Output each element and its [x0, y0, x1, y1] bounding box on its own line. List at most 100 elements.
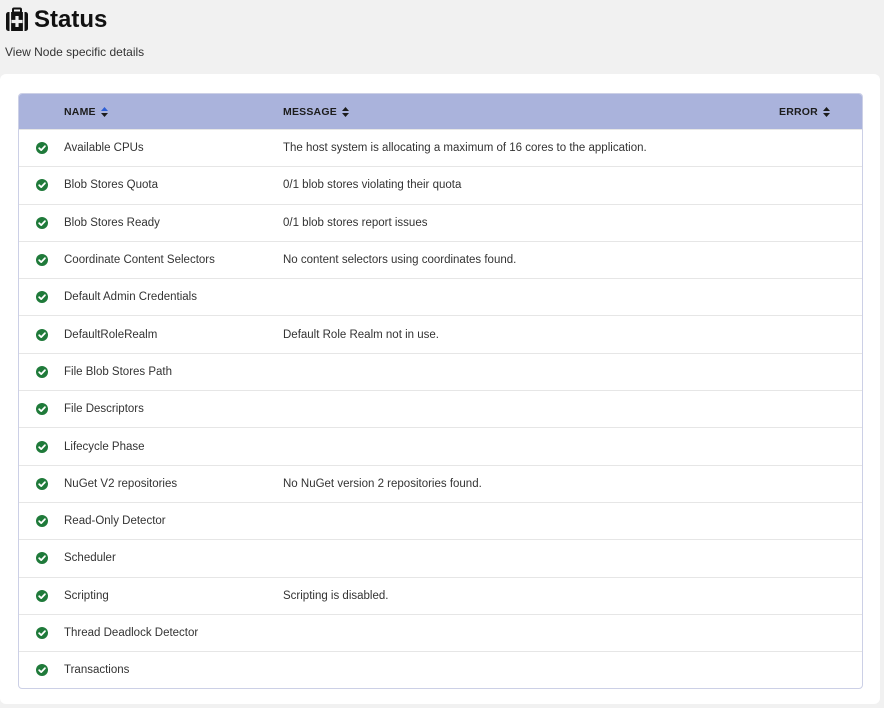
row-error: [779, 613, 862, 652]
row-error: [779, 166, 862, 205]
row-error: [779, 203, 862, 242]
name-column-header[interactable]: NAME: [64, 94, 283, 130]
row-name: Coordinate Content Selectors: [64, 240, 283, 279]
check-circle-icon: [36, 664, 48, 677]
row-name: NuGet V2 repositories: [64, 464, 283, 503]
status-cell: [19, 240, 64, 279]
status-cell: [19, 352, 64, 391]
check-circle-icon: [36, 291, 48, 304]
row-error: [779, 501, 862, 540]
row-message: Scripting is disabled.: [283, 576, 779, 615]
check-circle-icon: [36, 142, 48, 155]
row-error: [779, 352, 862, 391]
row-name: Available CPUs: [64, 128, 283, 167]
status-cell: [19, 501, 64, 540]
table-row[interactable]: Read-Only Detector: [19, 501, 862, 540]
content-panel: NAME MESSAGE ERROR Available CPUs The ho…: [0, 74, 880, 704]
row-name: Default Admin Credentials: [64, 278, 283, 316]
title-row: Status: [5, 6, 107, 34]
status-cell: [19, 651, 64, 689]
row-message: No NuGet version 2 repositories found.: [283, 464, 779, 503]
check-circle-icon: [36, 589, 48, 602]
row-name: Transactions: [64, 651, 283, 689]
table-row[interactable]: Transactions: [19, 651, 862, 689]
error-column-label: ERROR: [779, 105, 818, 118]
table-row[interactable]: File Descriptors: [19, 390, 862, 428]
row-error: [779, 539, 862, 578]
status-cell: [19, 203, 64, 242]
page-subtitle: View Node specific details: [5, 45, 145, 59]
row-message: The host system is allocating a maximum …: [283, 128, 779, 167]
status-cell: [19, 166, 64, 205]
row-message: [283, 427, 779, 466]
row-error: [779, 651, 862, 689]
message-column-header[interactable]: MESSAGE: [283, 94, 779, 130]
check-circle-icon: [36, 552, 48, 565]
row-name: Scheduler: [64, 539, 283, 578]
status-cell: [19, 128, 64, 167]
row-message: 0/1 blob stores violating their quota: [283, 166, 779, 205]
check-circle-icon: [36, 403, 48, 416]
check-circle-icon: [36, 216, 48, 229]
status-cell: [19, 539, 64, 578]
medical-kit-icon: [6, 7, 28, 31]
row-name: Lifecycle Phase: [64, 427, 283, 466]
row-error: [779, 278, 862, 316]
table-row[interactable]: Thread Deadlock Detector: [19, 613, 862, 652]
status-cell: [19, 278, 64, 316]
name-column-label: NAME: [64, 105, 96, 118]
status-cell: [19, 390, 64, 428]
row-message: [283, 651, 779, 689]
status-column-header: [19, 94, 64, 130]
table-row[interactable]: Default Admin Credentials: [19, 278, 862, 316]
row-name: Blob Stores Quota: [64, 166, 283, 205]
status-table-container: NAME MESSAGE ERROR Available CPUs The ho…: [18, 93, 863, 690]
row-error: [779, 390, 862, 428]
table-body: Available CPUs The host system is allocat…: [19, 128, 862, 689]
row-error: [779, 464, 862, 503]
page-header: Status View Node specific details: [0, 0, 884, 74]
table-row[interactable]: Coordinate Content Selectors No content s…: [19, 240, 862, 279]
message-column-label: MESSAGE: [283, 105, 337, 118]
sort-icon[interactable]: [100, 106, 108, 117]
row-error: [779, 576, 862, 615]
row-name: File Descriptors: [64, 390, 283, 428]
table-row[interactable]: File Blob Stores Path: [19, 352, 862, 391]
table-row[interactable]: Blob Stores Quota 0/1 blob stores violati…: [19, 166, 862, 205]
row-name: Read-Only Detector: [64, 501, 283, 540]
row-name: File Blob Stores Path: [64, 352, 283, 391]
row-name: Thread Deadlock Detector: [64, 613, 283, 652]
row-message: [283, 539, 779, 578]
row-message: [283, 278, 779, 316]
row-error: [779, 240, 862, 279]
table-row[interactable]: NuGet V2 repositories No NuGet version 2 …: [19, 464, 862, 503]
table-row[interactable]: Scripting Scripting is disabled.: [19, 576, 862, 615]
sort-icon[interactable]: [822, 106, 830, 117]
row-message: Default Role Realm not in use.: [283, 315, 779, 354]
check-circle-icon: [36, 328, 48, 341]
table-row[interactable]: Blob Stores Ready 0/1 blob stores report …: [19, 203, 862, 242]
row-error: [779, 427, 862, 466]
table-row[interactable]: Lifecycle Phase: [19, 427, 862, 466]
status-cell: [19, 464, 64, 503]
sort-icon[interactable]: [341, 106, 349, 117]
row-error: [779, 128, 862, 167]
status-cell: [19, 315, 64, 354]
check-circle-icon: [36, 254, 48, 267]
row-message: [283, 501, 779, 540]
row-message: [283, 613, 779, 652]
row-name: DefaultRoleRealm: [64, 315, 283, 354]
row-name: Scripting: [64, 576, 283, 615]
table-row[interactable]: Scheduler: [19, 539, 862, 578]
check-circle-icon: [36, 179, 48, 192]
table-row[interactable]: DefaultRoleRealm Default Role Realm not i…: [19, 315, 862, 354]
status-cell: [19, 576, 64, 615]
check-circle-icon: [36, 627, 48, 639]
table-row[interactable]: Available CPUs The host system is allocat…: [19, 128, 862, 167]
page-title: Status: [34, 6, 108, 33]
check-circle-icon: [36, 440, 48, 453]
error-column-header[interactable]: ERROR: [779, 94, 862, 130]
row-message: 0/1 blob stores report issues: [283, 203, 779, 242]
table-header-row: NAME MESSAGE ERROR: [19, 94, 862, 130]
check-circle-icon: [36, 515, 48, 528]
